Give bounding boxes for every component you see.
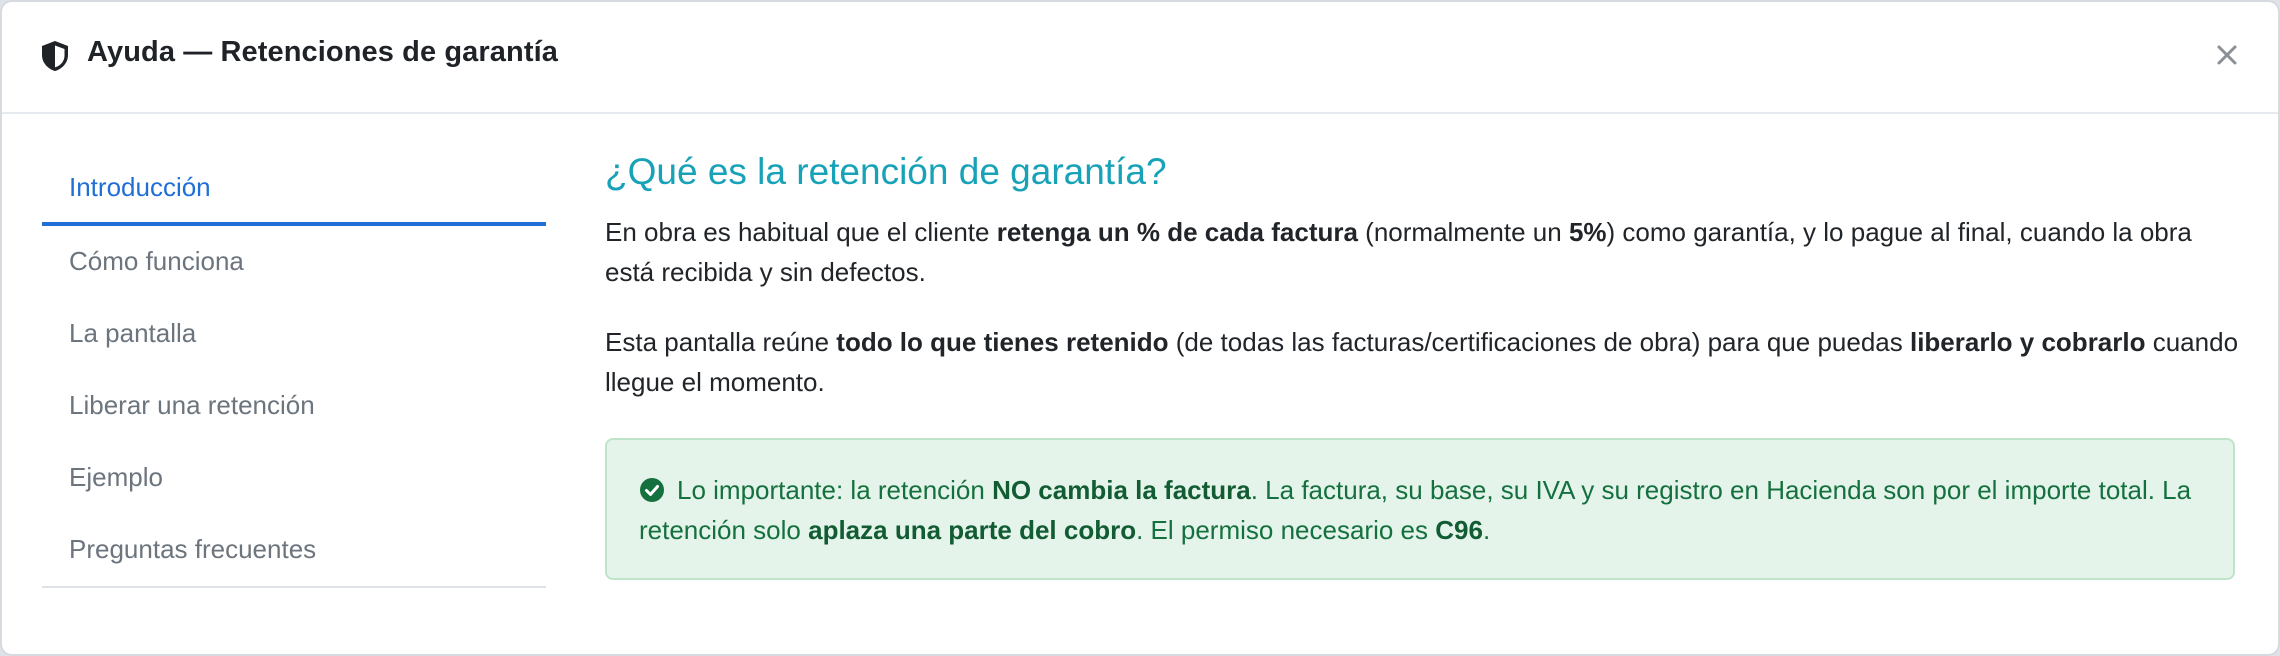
text-span: (normalmente un	[1357, 217, 1569, 247]
sidebar-item-la-pantalla[interactable]: La pantalla	[42, 298, 546, 370]
permission-code: C96	[1435, 515, 1483, 545]
text-span: (de todas las facturas/certificaciones d…	[1168, 327, 1910, 357]
close-icon[interactable]	[2210, 38, 2244, 72]
important-alert: Lo importante: la retención NO cambia la…	[605, 438, 2235, 580]
sidebar-item-ejemplo[interactable]: Ejemplo	[42, 442, 546, 514]
screen-paragraph: Esta pantalla reúne todo lo que tienes r…	[605, 322, 2239, 402]
modal-title: Ayuda — Retenciones de garantía	[87, 36, 558, 68]
bold-span: aplaza una parte del cobro	[808, 515, 1137, 545]
intro-paragraph: En obra es habitual que el cliente reten…	[605, 212, 2239, 292]
text-span: . El permiso necesario es	[1136, 515, 1436, 545]
help-sidebar-nav: Introducción Cómo funciona La pantalla L…	[42, 152, 546, 588]
bold-span: NO cambia la factura	[992, 475, 1251, 505]
bold-span: todo lo que tienes retenido	[836, 327, 1169, 357]
modal-header: Ayuda — Retenciones de garantía	[2, 2, 2278, 114]
section-heading: ¿Qué es la retención de garantía?	[605, 151, 1167, 192]
sidebar-item-como-funciona[interactable]: Cómo funciona	[42, 226, 546, 298]
shield-icon	[42, 41, 68, 71]
help-content: ¿Qué es la retención de garantía? En obr…	[605, 142, 2239, 580]
bold-span: retenga un % de cada factura	[996, 217, 1358, 247]
text-span: Lo importante: la retención	[677, 475, 993, 505]
text-span: .	[1482, 515, 1491, 545]
bold-span: liberarlo y cobrarlo	[1909, 327, 2146, 357]
text-span: En obra es habitual que el cliente	[605, 217, 997, 247]
bold-span: 5%	[1568, 217, 1607, 247]
sidebar-item-liberar-retencion[interactable]: Liberar una retención	[42, 370, 546, 442]
help-modal: Ayuda — Retenciones de garantía Introduc…	[0, 0, 2280, 656]
sidebar-divider	[42, 586, 546, 588]
sidebar-item-introduccion[interactable]: Introducción	[42, 152, 546, 226]
text-span: Esta pantalla reúne	[605, 327, 837, 357]
check-circle-icon	[640, 478, 664, 502]
sidebar-item-preguntas-frecuentes[interactable]: Preguntas frecuentes	[42, 514, 546, 586]
